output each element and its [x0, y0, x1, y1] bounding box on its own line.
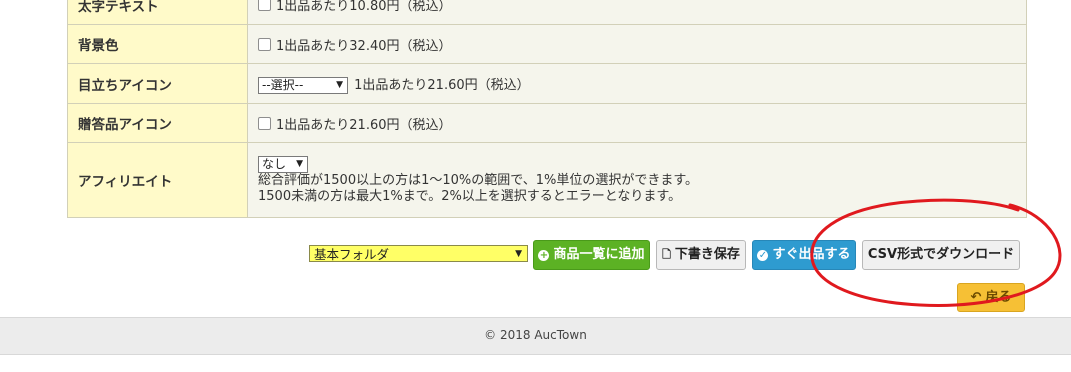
chevron-down-icon: ▼	[336, 79, 343, 90]
price-text: 1出品あたり10.80円（税込）	[276, 0, 452, 14]
add-to-list-button[interactable]: + 商品一覧に追加	[533, 240, 650, 270]
affiliate-note-line1: 総合評価が1500以上の方は1〜10%の範囲で、1%単位の選択ができます。	[258, 172, 699, 188]
check-circle-icon: ✓	[757, 250, 769, 261]
table-row: 太字テキスト 1出品あたり10.80円（税込）	[67, 0, 1027, 25]
row-value: 1出品あたり10.80円（税込）	[247, 0, 1027, 25]
return-arrow-icon: ↶	[970, 290, 982, 305]
attention-icon-select[interactable]: --選択-- ▼	[258, 76, 348, 94]
row-label: 贈答品アイコン	[67, 103, 248, 143]
plus-circle-icon: +	[538, 250, 550, 261]
table-row: アフィリエイト なし ▼ 総合評価が1500以上の方は1〜10%の範囲で、1%単位…	[67, 142, 1027, 218]
chevron-down-icon: ▼	[515, 249, 522, 259]
copyright-text: © 2018 AucTown	[484, 328, 587, 342]
row-label: 背景色	[67, 24, 248, 64]
bold-text-checkbox[interactable]	[258, 0, 271, 11]
row-label: アフィリエイト	[67, 142, 248, 218]
folder-select[interactable]: 基本フォルダ ▼	[309, 245, 528, 262]
save-draft-button[interactable]: 🗋 下書き保存	[656, 240, 746, 270]
options-table: 太字テキスト 1出品あたり10.80円（税込） 背景色 1出品あたり32.40円…	[67, 0, 1027, 218]
row-value: --選択-- ▼ 1出品あたり21.60円（税込）	[247, 63, 1027, 104]
row-value: 1出品あたり21.60円（税込）	[247, 103, 1027, 143]
table-row: 背景色 1出品あたり32.40円（税込）	[67, 24, 1027, 64]
row-label: 太字テキスト	[67, 0, 248, 25]
row-label: 目立ちアイコン	[67, 63, 248, 104]
table-row: 贈答品アイコン 1出品あたり21.60円（税込）	[67, 103, 1027, 143]
table-row: 目立ちアイコン --選択-- ▼ 1出品あたり21.60円（税込）	[67, 63, 1027, 104]
affiliate-note-line2: 1500未満の方は最大1%まで。2%以上を選択するとエラーとなります。	[258, 188, 682, 204]
list-now-button[interactable]: ✓ すぐ出品する	[752, 240, 856, 270]
row-value: 1出品あたり32.40円（税込）	[247, 24, 1027, 64]
chevron-down-icon: ▼	[296, 158, 303, 169]
price-text: 1出品あたり21.60円（税込）	[276, 117, 452, 133]
csv-download-button[interactable]: CSV形式でダウンロード	[862, 240, 1020, 270]
back-button[interactable]: ↶ 戻る	[957, 283, 1025, 312]
gift-icon-checkbox[interactable]	[258, 116, 271, 130]
footer: © 2018 AucTown	[0, 317, 1071, 355]
background-color-checkbox[interactable]	[258, 37, 271, 51]
price-text: 1出品あたり32.40円（税込）	[276, 38, 452, 54]
affiliate-select[interactable]: なし ▼	[258, 155, 308, 173]
document-icon: 🗋	[662, 248, 671, 261]
row-value: なし ▼ 総合評価が1500以上の方は1〜10%の範囲で、1%単位の選択ができます…	[247, 142, 1027, 218]
price-text: 1出品あたり21.60円（税込）	[354, 77, 530, 93]
